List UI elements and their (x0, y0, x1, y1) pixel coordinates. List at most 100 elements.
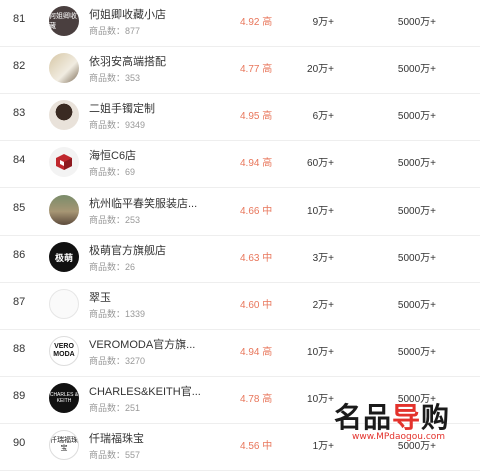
rating-level: 高 (262, 111, 273, 122)
table-row[interactable]: 81 何姐卿收藏 何姐卿收藏小店 商品数：877 4.92 高 9万+ 5000万+ (0, 0, 480, 47)
table-row[interactable]: 88 VERO MODA VEROMODA官方旗... 商品数：3270 4.94 高 1… (0, 330, 480, 377)
product-count-label: 商品数： (89, 262, 126, 272)
product-count-value: 3270 (125, 356, 146, 366)
product-count: 商品数：9349 (89, 118, 145, 131)
sales-volume: 5000万+ (397, 206, 436, 217)
product-count-label: 商品数： (89, 450, 126, 460)
rating-level: 中 (262, 206, 273, 217)
rank-number: 90 (13, 437, 26, 449)
product-count-value: 9349 (125, 120, 146, 130)
product-count: 商品数：69 (89, 165, 135, 178)
shop-name[interactable]: 依羽安高端搭配 (89, 53, 166, 69)
brand-logo-icon[interactable]: CHARLES & KEITH (49, 383, 79, 413)
product-count-value: 69 (125, 167, 136, 177)
brand-logo-icon[interactable]: 极萌 (49, 242, 79, 272)
shop-name[interactable]: 极萌官方旗舰店 (89, 242, 166, 258)
product-count-value: 353 (125, 73, 141, 83)
product-count: 商品数：3270 (89, 354, 145, 367)
product-count-label: 商品数： (89, 26, 126, 36)
rating-score: 4.66 中 (240, 206, 273, 217)
product-count-label: 商品数： (89, 215, 126, 225)
shop-name[interactable]: 海恒C6店 (89, 147, 136, 163)
brand-logo-icon[interactable]: 仟瑞福珠宝 (49, 430, 79, 460)
rating-score: 4.77 高 (240, 64, 273, 75)
product-count-label: 商品数： (89, 309, 126, 319)
rating-score: 4.94 高 (240, 347, 273, 358)
rank-number: 86 (13, 249, 26, 261)
rating-level: 高 (262, 158, 273, 169)
rating-score: 4.78 高 (240, 394, 273, 405)
rating-score: 4.94 高 (240, 158, 273, 169)
fans-count: 10万+ (307, 347, 334, 358)
product-count-value: 251 (125, 403, 141, 413)
store-logo-icon[interactable]: 何姐卿收藏 (49, 6, 79, 36)
table-row[interactable]: 82 依羽安高端搭配商品数：353 4.77 高 20万+ 5000万+ (0, 47, 480, 94)
rank-number: 85 (13, 202, 26, 214)
fans-count: 3万+ (312, 253, 334, 264)
rating-score: 4.56 中 (240, 441, 273, 452)
shop-name[interactable]: 杭州临平春笑服装店... (89, 195, 197, 211)
landscape-photo-icon[interactable] (49, 195, 79, 225)
fans-count: 10万+ (307, 394, 334, 405)
table-row[interactable]: 84 海恒C6店 商品数：69 4.94 高 60万+ 5000万+ (0, 141, 480, 188)
person-photo-icon[interactable] (49, 100, 79, 130)
rating-level: 高 (262, 347, 273, 358)
red-cube-logo-icon[interactable] (49, 147, 79, 177)
shop-name[interactable]: CHARLES&KEITH官... (89, 383, 201, 399)
table-row[interactable]: 83 二姐手镯定制 商品数：9349 4.95 高 6万+ 5000万+ (0, 94, 480, 141)
rating-level: 中 (262, 253, 273, 264)
fans-count: 2万+ (312, 300, 334, 311)
product-count: 商品数：251 (89, 401, 140, 414)
site-watermark: 名品导购 www.MPdaogou.com (334, 396, 480, 473)
fans-count: 10万+ (307, 206, 334, 217)
rating-level: 高 (262, 17, 273, 28)
product-count: 商品数：26 (89, 260, 135, 273)
product-count-value: 877 (125, 26, 141, 36)
rank-number: 84 (13, 154, 26, 166)
product-count: 商品数：1339 (89, 307, 145, 320)
fans-count: 6万+ (312, 111, 334, 122)
sales-volume: 5000万+ (397, 300, 436, 311)
product-count: 商品数：877 (89, 24, 140, 37)
rating-level: 高 (262, 64, 273, 75)
rank-number: 89 (13, 390, 26, 402)
shop-name[interactable]: 翠玉 (89, 289, 111, 305)
fans-count: 20万+ (307, 64, 334, 75)
product-count-label: 商品数： (89, 356, 126, 366)
brand-logo-icon[interactable]: VERO MODA (49, 336, 79, 366)
watermark-url: www.MPdaogou.com (352, 432, 446, 442)
product-count: 商品数：253 (89, 213, 140, 226)
product-count-label: 商品数： (89, 120, 126, 130)
sales-volume: 5000万+ (397, 111, 436, 122)
rank-number: 83 (13, 107, 26, 119)
sales-volume: 5000万+ (397, 64, 436, 75)
product-count-label: 商品数： (89, 403, 126, 413)
rating-score: 4.95 高 (240, 111, 273, 122)
shop-name[interactable]: 何姐卿收藏小店 (89, 6, 166, 22)
table-row[interactable]: 87 翠玉 商品数：1339 4.60 中 2万+ 5000万+ (0, 283, 480, 330)
table-row[interactable]: 85 杭州临平春笑服装店... 商品数：253 4.66 中 10万+ 5000万+ (0, 189, 480, 236)
product-count-label: 商品数： (89, 167, 126, 177)
product-count-value: 26 (125, 262, 136, 272)
rank-number: 88 (13, 343, 26, 355)
rank-number: 82 (13, 60, 26, 72)
sales-volume: 5000万+ (397, 253, 436, 264)
fans-count: 1万+ (312, 441, 334, 452)
fans-count: 60万+ (307, 158, 334, 169)
person-photo-icon[interactable] (49, 53, 79, 83)
shop-name[interactable]: 二姐手镯定制 (89, 100, 155, 116)
sales-volume: 5000万+ (397, 347, 436, 358)
shop-name[interactable]: 仟瑞福珠宝 (89, 430, 144, 446)
rating-score: 4.63 中 (240, 253, 273, 264)
rating-score: 4.60 中 (240, 300, 273, 311)
rating-level: 中 (262, 441, 273, 452)
shop-name[interactable]: VEROMODA官方旗... (89, 336, 195, 352)
table-row[interactable]: 86 极萌 极萌官方旗舰店 商品数：26 4.63 中 3万+ 5000万+ (0, 236, 480, 283)
sales-volume: 5000万+ (397, 17, 436, 28)
product-count-value: 1339 (125, 309, 146, 319)
fans-count: 9万+ (312, 17, 334, 28)
product-count: 商品数：557 (89, 448, 140, 461)
product-count-value: 557 (125, 450, 141, 460)
product-count-label: 商品数： (89, 73, 126, 83)
brand-logo-icon[interactable] (49, 289, 79, 319)
